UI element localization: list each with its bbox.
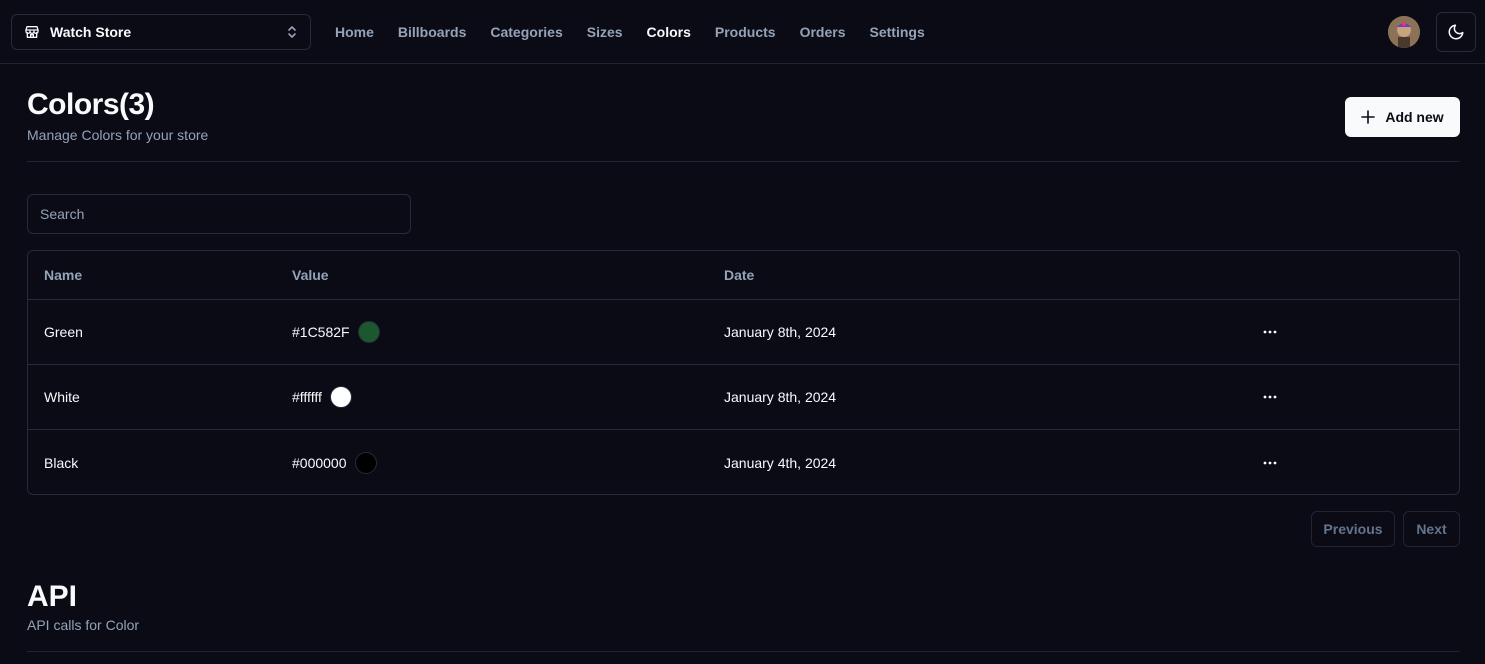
more-horizontal-icon (1263, 461, 1277, 464)
theme-toggle-button[interactable] (1436, 12, 1476, 52)
row-value: #ffffff (292, 365, 352, 429)
store-switcher[interactable]: Watch Store (11, 14, 311, 50)
row-actions-button[interactable] (1258, 300, 1282, 364)
row-value-text: #1C582F (292, 324, 350, 340)
more-horizontal-icon (1263, 330, 1277, 334)
nav-billboards[interactable]: Billboards (398, 24, 466, 40)
search-input[interactable] (27, 194, 411, 234)
row-value: #1C582F (292, 300, 380, 364)
main-nav: Home Billboards Categories Sizes Colors … (335, 0, 949, 64)
row-date: January 8th, 2024 (724, 389, 837, 405)
row-value: #000000 (292, 430, 377, 494)
add-new-button[interactable]: Add new (1345, 97, 1460, 137)
top-navbar: Watch Store Home Billboards Categories S… (0, 0, 1485, 64)
row-name: Black (44, 454, 79, 471)
nav-sizes[interactable]: Sizes (587, 24, 623, 40)
row-value-text: #ffffff (292, 389, 322, 405)
add-new-label: Add new (1385, 109, 1444, 125)
table-row: Black #000000 January 4th, 2024 (28, 430, 1459, 494)
nav-settings[interactable]: Settings (870, 24, 925, 40)
moon-icon (1448, 24, 1464, 40)
store-icon (24, 24, 40, 40)
color-swatch (357, 321, 380, 343)
row-actions-button[interactable] (1258, 365, 1282, 429)
nav-products[interactable]: Products (715, 24, 776, 40)
row-actions-button[interactable] (1258, 430, 1282, 494)
column-header-name: Name (44, 267, 83, 283)
plus-icon (1361, 110, 1376, 124)
store-name: Watch Store (50, 24, 132, 40)
row-value-text: #000000 (292, 454, 347, 471)
nav-orders[interactable]: Orders (800, 24, 846, 40)
row-name: Green (44, 324, 83, 340)
nav-categories[interactable]: Categories (490, 24, 562, 40)
colors-table: Name Value Date Green #1C582F January 8t… (27, 250, 1460, 495)
row-date: January 4th, 2024 (724, 454, 837, 471)
table-header: Name Value Date (28, 251, 1459, 300)
color-swatch (329, 386, 352, 408)
user-avatar[interactable] (1388, 16, 1420, 48)
nav-colors[interactable]: Colors (647, 24, 691, 40)
api-section-title: API (27, 580, 78, 613)
api-section-subtitle: API calls for Color (27, 617, 140, 633)
nav-home[interactable]: Home (335, 24, 374, 40)
color-swatch (354, 451, 377, 474)
column-header-value: Value (292, 267, 329, 283)
previous-page-button[interactable]: Previous (1311, 511, 1395, 547)
column-header-date: Date (724, 267, 755, 283)
row-name: White (44, 389, 80, 405)
chevrons-up-down-icon (286, 24, 298, 40)
table-row: Green #1C582F January 8th, 2024 (28, 300, 1459, 365)
more-horizontal-icon (1263, 395, 1277, 399)
table-row: White #ffffff January 8th, 2024 (28, 365, 1459, 430)
next-page-button[interactable]: Next (1403, 511, 1460, 547)
page-title: Colors(3) (27, 88, 155, 121)
api-divider (27, 651, 1460, 652)
row-date: January 8th, 2024 (724, 324, 837, 340)
page-subtitle: Manage Colors for your store (27, 127, 209, 143)
header-divider (27, 161, 1460, 162)
